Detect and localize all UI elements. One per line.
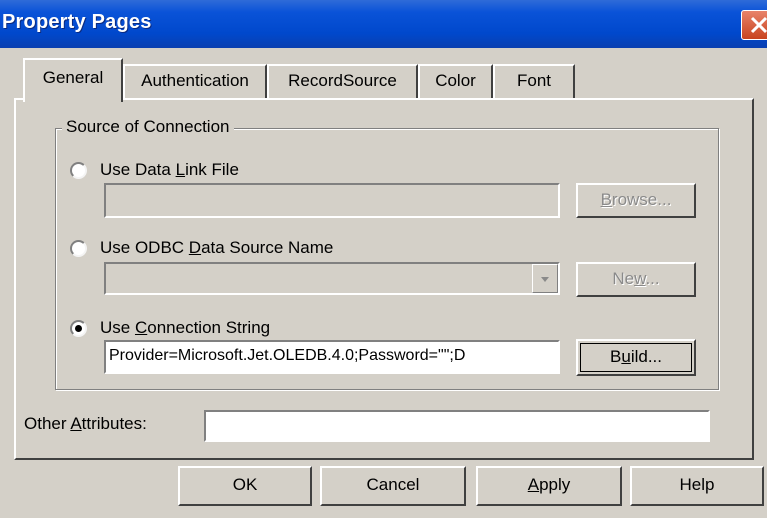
tab-recordsource[interactable]: RecordSource (267, 64, 418, 100)
help-button[interactable]: Help (630, 466, 764, 506)
other-attributes-label: Other Attributes: (24, 414, 147, 433)
connection-string-input[interactable]: Provider=Microsoft.Jet.OLEDB.4.0;Passwor… (104, 340, 560, 374)
other-attributes-input[interactable] (204, 410, 710, 442)
radio-label: Use Data Link File (100, 160, 239, 179)
new-button[interactable]: New... (576, 262, 696, 297)
browse-button[interactable]: Browse... (576, 183, 696, 218)
close-x-icon (750, 16, 767, 34)
radio-data-link-file[interactable]: Use Data Link File (70, 160, 290, 184)
cancel-button[interactable]: Cancel (320, 466, 466, 506)
dropdown-button[interactable] (532, 264, 558, 293)
title-bar: Property Pages (0, 0, 767, 48)
radio-label: Use ODBC Data Source Name (100, 238, 334, 257)
radio-button[interactable] (70, 320, 87, 337)
tab-color[interactable]: Color (418, 64, 493, 100)
window-title: Property Pages (2, 11, 152, 33)
radio-button[interactable] (70, 162, 87, 179)
tab-authentication[interactable]: Authentication (123, 64, 267, 100)
group-legend: Source of Connection (62, 117, 234, 137)
ok-button[interactable]: OK (178, 466, 312, 506)
radio-label: Use Connection String (100, 318, 271, 337)
data-link-file-input[interactable] (104, 183, 560, 218)
tab-font[interactable]: Font (493, 64, 575, 100)
radio-connection-string[interactable]: Use Connection String (70, 318, 330, 342)
radio-odbc-data-source[interactable]: Use ODBC Data Source Name (70, 238, 390, 262)
build-button[interactable]: Build... (576, 339, 696, 376)
radio-button[interactable] (70, 240, 87, 257)
close-button[interactable] (741, 10, 767, 40)
tab-general[interactable]: General (23, 58, 123, 102)
radio-selected-dot (75, 325, 82, 332)
chevron-down-icon (541, 277, 549, 282)
apply-button[interactable]: Apply (476, 466, 622, 506)
odbc-dsn-dropdown[interactable] (104, 262, 560, 295)
